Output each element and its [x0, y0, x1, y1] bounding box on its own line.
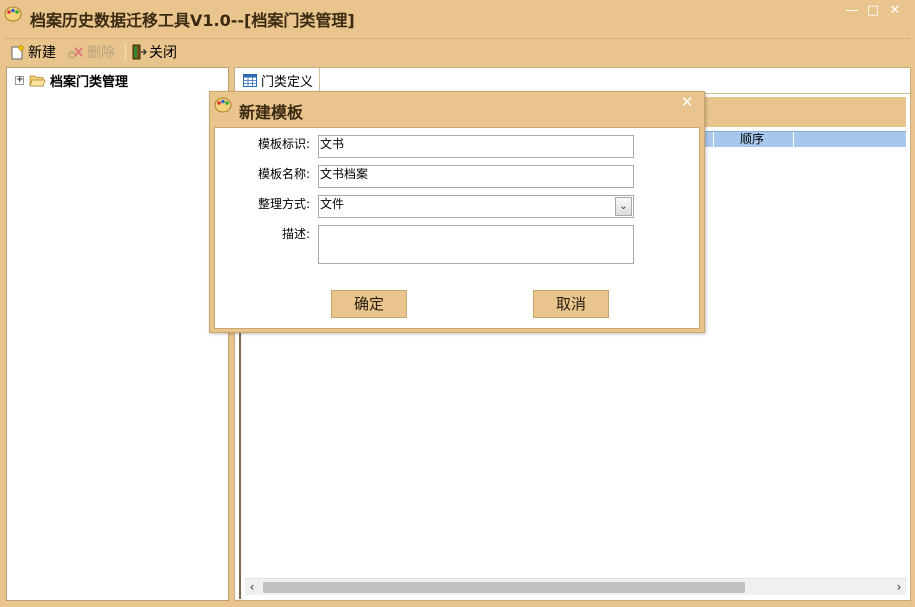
toolbar: 新建 删除 关闭	[4, 38, 911, 65]
new-document-icon	[11, 44, 25, 60]
grid-table-icon	[243, 73, 257, 87]
description-textarea[interactable]	[318, 225, 634, 264]
delete-icon	[68, 47, 83, 59]
scroll-right-arrow-icon[interactable]: ›	[892, 579, 906, 596]
template-name-input[interactable]: 文书档案	[318, 165, 634, 188]
tree-expander[interactable]: +	[15, 76, 24, 85]
exit-door-icon	[132, 44, 147, 60]
close-button[interactable]: 关闭	[131, 42, 177, 62]
delete-button-label: 删除	[87, 45, 115, 61]
tree-node-archive-category-management[interactable]: + 档案门类管理	[15, 71, 128, 90]
chevron-down-icon[interactable]: ⌄	[615, 197, 632, 216]
close-window-button[interactable]: ✕	[886, 3, 904, 19]
tab-category-definition[interactable]: 门类定义	[237, 68, 321, 92]
dialog-body: 模板标识: 文书 模板名称: 文书档案 整理方式: 文件 ⌄ 描述: 确定 取消	[214, 127, 700, 329]
maximize-button[interactable]: □	[864, 3, 882, 19]
window-title: 档案历史数据迁移工具V1.0--[档案门类管理]	[30, 11, 355, 30]
dialog-app-icon	[214, 97, 232, 113]
new-template-dialog: 新建模板 ✕ 模板标识: 文书 模板名称: 文书档案 整理方式: 文件 ⌄ 描述…	[209, 91, 705, 333]
template-name-label: 模板名称:	[257, 167, 310, 181]
tab-label: 门类定义	[261, 74, 314, 90]
toolbar-separator	[125, 43, 126, 61]
new-button-label: 新建	[28, 45, 56, 61]
scroll-left-arrow-icon[interactable]: ‹	[245, 579, 259, 596]
template-id-label: 模板标识:	[257, 137, 310, 151]
new-button[interactable]: 新建	[10, 42, 56, 62]
description-label: 描述:	[281, 227, 310, 241]
template-id-input[interactable]: 文书	[318, 135, 634, 158]
close-button-label: 关闭	[149, 45, 177, 61]
arrangement-selected-value: 文件	[320, 197, 345, 211]
arrangement-label: 整理方式:	[257, 197, 310, 211]
column-header-order[interactable]: 顺序	[713, 132, 793, 148]
column-header-empty[interactable]	[793, 132, 906, 148]
scrollbar-thumb[interactable]	[263, 582, 745, 593]
title-bar: 档案历史数据迁移工具V1.0--[档案门类管理] — □ ✕	[0, 0, 915, 36]
dialog-close-icon[interactable]: ✕	[679, 94, 695, 110]
tree-node-label: 档案门类管理	[50, 75, 129, 90]
horizontal-scrollbar[interactable]: ‹ ›	[245, 578, 906, 595]
delete-button[interactable]: 删除	[67, 42, 115, 62]
app-icon	[4, 6, 22, 22]
arrangement-select[interactable]: 文件 ⌄	[318, 195, 634, 218]
confirm-button[interactable]: 确定	[331, 290, 407, 318]
navigation-tree: + 档案门类管理	[6, 67, 229, 601]
folder-open-icon	[29, 75, 46, 86]
dialog-title: 新建模板	[239, 103, 304, 122]
cancel-button[interactable]: 取消	[533, 290, 609, 318]
minimize-button[interactable]: —	[843, 3, 861, 19]
